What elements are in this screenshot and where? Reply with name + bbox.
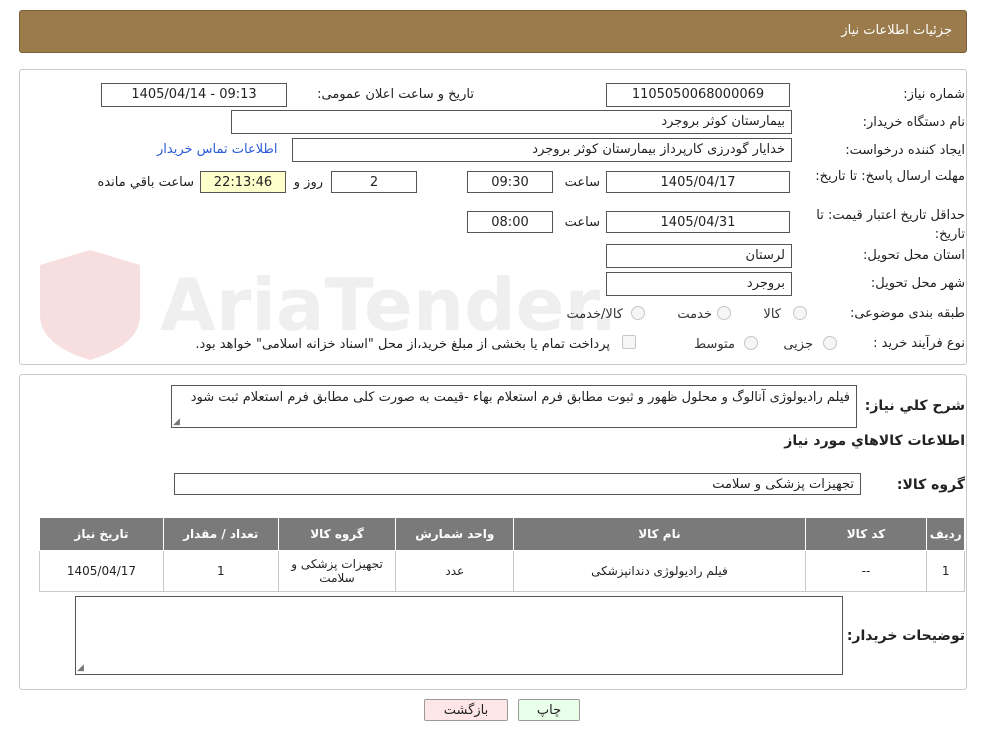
notes-resize-handle[interactable]: ◢	[77, 663, 84, 673]
goods-info-title: اطلاعات کالاهاي مورد نياز	[784, 433, 965, 449]
col-goods-name: نام کالا	[513, 517, 806, 551]
process-type-label: نوع فرآیند خرید :	[873, 336, 965, 351]
col-goods-code: کد کالا	[804, 517, 928, 551]
summary-text: فیلم رادیولوژی آنالوگ و محلول ظهور و ثبو…	[190, 390, 850, 405]
summary-textarea[interactable]: فیلم رادیولوژی آنالوگ و محلول ظهور و ثبو…	[171, 385, 857, 428]
category-option-goods-service: کالا/خدمت	[566, 307, 623, 322]
table-row: 1 -- فیلم رادیولوژی دندانپزشکی عدد تجهیز…	[39, 550, 965, 592]
deadline-label: مهلت ارسال پاسخ: تا تاریخ:	[815, 169, 965, 184]
province-label: استان محل تحویل:	[863, 248, 965, 263]
deadline-time-field: 09:30	[467, 171, 553, 193]
category-radio-goods-service[interactable]	[631, 306, 645, 320]
category-option-goods: کالا	[763, 307, 781, 322]
remaining-time-label: ساعت باقي مانده	[97, 175, 194, 190]
deadline-time-label: ساعت	[564, 175, 600, 190]
category-label: طبقه بندی موضوعی:	[849, 306, 965, 321]
deadline-date-field: 1405/04/17	[606, 171, 790, 193]
process-option-medium: متوسط	[694, 337, 735, 352]
price-validity-label: حداقل تاریخ اعتبار قیمت: تا تاریخ:	[816, 208, 965, 242]
treasury-bonds-checkbox[interactable]	[622, 335, 636, 349]
validity-time-field: 08:00	[467, 211, 553, 233]
buyer-notes-textarea[interactable]	[75, 596, 843, 675]
goods-group-label: گروه کالا:	[896, 477, 965, 493]
treasury-bonds-note: پرداخت تمام یا بخشی از مبلغ خرید،از محل …	[195, 337, 610, 352]
summary-resize-handle[interactable]: ◢	[173, 417, 180, 427]
cell-need-date: 1405/04/17	[39, 550, 164, 592]
city-field: بروجرد	[606, 272, 792, 296]
cell-row-number: 1	[926, 550, 965, 592]
col-need-date: تاریخ نیاز	[39, 517, 164, 551]
cell-quantity: 1	[162, 550, 279, 592]
col-goods-group: گروه کالا	[277, 517, 397, 551]
buyer-notes-label: توضیحات خریدار:	[846, 628, 965, 644]
requester-label: ایجاد کننده درخواست:	[845, 143, 965, 158]
category-radio-service[interactable]	[717, 306, 731, 320]
process-option-minor: جزیی	[783, 337, 813, 352]
announce-label: تاریخ و ساعت اعلان عمومی:	[317, 87, 474, 102]
province-field: لرستان	[606, 244, 792, 268]
need-number-field: 1105050068000069	[606, 83, 790, 107]
goods-group-field: تجهیزات پزشکی و سلامت	[174, 473, 861, 495]
need-number-label: شماره نیاز:	[903, 87, 965, 102]
summary-label: شرح کلي نياز:	[864, 398, 965, 414]
category-radio-goods[interactable]	[793, 306, 807, 320]
validity-time-label: ساعت	[564, 215, 600, 230]
process-radio-minor[interactable]	[823, 336, 837, 350]
buyer-org-label: نام دستگاه خریدار:	[862, 115, 965, 130]
buyer-contact-link[interactable]: اطلاعات تماس خریدار	[157, 142, 277, 157]
page-header: جزئیات اطلاعات نیاز	[19, 10, 967, 53]
announce-field: 1405/04/14 - 09:13	[101, 83, 287, 107]
requester-field: خدایار گودرزی کارپرداز بیمارستان کوثر بر…	[292, 138, 792, 162]
page-title: جزئیات اطلاعات نیاز	[841, 23, 952, 38]
category-option-service: خدمت	[677, 307, 712, 322]
goods-table: رديف کد کالا نام کالا واحد شمارش گروه کا…	[39, 517, 965, 592]
validity-date-field: 1405/04/31	[606, 211, 790, 233]
city-label: شهر محل تحویل:	[870, 276, 965, 291]
cell-goods-name: فیلم رادیولوژی دندانپزشکی	[513, 550, 806, 592]
cell-goods-group: تجهیزات پزشکی و سلامت	[277, 550, 397, 592]
buyer-org-field: بیمارستان کوثر بروجرد	[231, 110, 792, 134]
print-button[interactable]: چاپ	[518, 699, 580, 721]
table-header-row: رديف کد کالا نام کالا واحد شمارش گروه کا…	[39, 517, 965, 551]
process-radio-medium[interactable]	[744, 336, 758, 350]
days-label: روز و	[293, 175, 323, 190]
col-quantity: تعداد / مقدار	[162, 517, 279, 551]
col-row-number: رديف	[926, 517, 965, 551]
cell-goods-code: --	[804, 550, 928, 592]
back-button[interactable]: بازگشت	[424, 699, 508, 721]
col-unit: واحد شمارش	[395, 517, 515, 551]
days-remaining-field: 2	[331, 171, 417, 193]
remaining-time-field: 22:13:46	[200, 171, 286, 193]
cell-unit: عدد	[395, 550, 515, 592]
watermark-text: AriaTender.neT	[160, 263, 610, 347]
